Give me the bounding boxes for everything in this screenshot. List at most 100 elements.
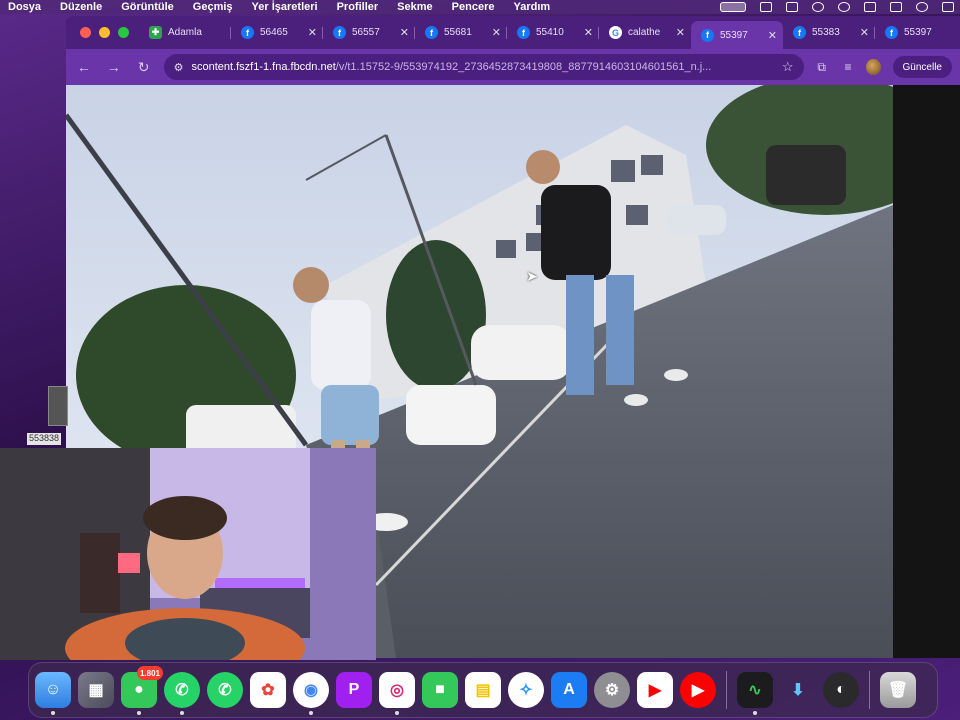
youtube-icon[interactable]: ▶ [637, 672, 673, 708]
tab-title: 55681 [444, 27, 472, 38]
launchpad-icon[interactable]: ▦ [78, 672, 114, 708]
update-button[interactable]: Güncelle [892, 56, 952, 78]
tab-4[interactable]: f 55681 ✕ [415, 21, 507, 45]
p-app-icon[interactable]: P [336, 672, 372, 708]
menu-bar: Dosya Düzenle Görüntüle Geçmiş Yer İşare… [0, 0, 960, 14]
profile-avatar[interactable] [866, 59, 881, 75]
running-indicator [395, 711, 399, 715]
dock-separator [869, 671, 870, 709]
menu-goruntule[interactable]: Görüntüle [112, 0, 184, 14]
tab-3[interactable]: f 56557 ✕ [323, 21, 415, 45]
tab-9[interactable]: f 55397 [875, 21, 960, 45]
trash-icon[interactable]: 🗑 [880, 672, 916, 708]
play-icon[interactable] [812, 2, 824, 12]
tab-2[interactable]: f 56465 ✕ [231, 21, 323, 45]
running-indicator [180, 711, 184, 715]
battery-icon[interactable] [864, 2, 876, 12]
menu-yardim[interactable]: Yardım [504, 0, 560, 14]
tab-title: 56465 [260, 27, 288, 38]
fullscreen-window-button[interactable] [118, 27, 129, 38]
facetime-icon[interactable]: ■ [422, 672, 458, 708]
close-tab-icon[interactable]: ✕ [676, 26, 685, 39]
facebook-icon: f [241, 26, 254, 39]
tab-1[interactable]: ✚ Adamla [139, 21, 231, 45]
running-indicator [309, 711, 313, 715]
close-tab-icon[interactable]: ✕ [584, 26, 593, 39]
menu-yer-isaretleri[interactable]: Yer İşaretleri [243, 0, 328, 14]
forward-arrow-icon[interactable]: → [104, 56, 124, 78]
minimize-window-button[interactable] [99, 27, 110, 38]
reading-list-icon[interactable]: ≡ [840, 58, 856, 76]
photos-icon[interactable]: ✿ [250, 672, 286, 708]
tab-title: Adamla [168, 27, 202, 38]
close-tab-icon[interactable]: ✕ [492, 26, 501, 39]
address-bar[interactable]: ⚙ scontent.fszf1-1.fna.fbcdn.net/v/t1.15… [163, 54, 804, 80]
running-indicator [753, 711, 757, 715]
menu-dosya[interactable]: Dosya [0, 0, 51, 14]
close-window-button[interactable] [80, 27, 91, 38]
facebook-icon: f [517, 26, 530, 39]
green-app-icon: ✚ [149, 26, 162, 39]
menu-duzenle[interactable]: Düzenle [51, 0, 112, 14]
url-text[interactable]: scontent.fszf1-1.fna.fbcdn.net/v/t1.1575… [191, 61, 773, 73]
tab-7-active[interactable]: f 55397 ✕ [691, 21, 783, 49]
tab-5[interactable]: f 55410 ✕ [507, 21, 599, 45]
tab-6[interactable]: G calathe ✕ [599, 21, 691, 45]
notes-icon[interactable]: ▤ [465, 672, 501, 708]
mouse-cursor-icon: ➤ [526, 268, 538, 284]
obs-icon[interactable]: ◐ [823, 672, 859, 708]
dock: ☺ ▦ ● 1.801 ✆ ✆ ✿ ◉ P ◎ ■ ▤ ✧ A ⚙ ▶ ▶ ∿ ⬇… [28, 662, 938, 718]
tab-title: 56557 [352, 27, 380, 38]
control-center-icon[interactable] [890, 2, 902, 12]
chrome-icon[interactable]: ◉ [293, 672, 329, 715]
extensions-icon[interactable]: ⧉ [814, 58, 830, 76]
menu-gecmis[interactable]: Geçmiş [184, 0, 243, 14]
url-host: scontent.fszf1-1.fna.fbcdn.net [191, 61, 336, 73]
app-store-icon[interactable]: A [551, 672, 587, 708]
tab-title: 55410 [536, 27, 564, 38]
close-tab-icon[interactable]: ✕ [308, 26, 317, 39]
menu-bar-menus: Dosya Düzenle Görüntüle Geçmiş Yer İşare… [0, 0, 560, 14]
close-tab-icon[interactable]: ✕ [860, 26, 869, 39]
display-icon[interactable] [786, 2, 798, 12]
safari-icon[interactable]: ✧ [508, 672, 544, 708]
instagram-icon[interactable]: ◎ [379, 672, 415, 715]
webcam-overlay [0, 448, 376, 660]
running-indicator [51, 711, 55, 715]
dock-separator [726, 671, 727, 709]
youtube-music-icon[interactable]: ▶ [680, 672, 716, 708]
site-settings-icon[interactable]: ⚙ [174, 61, 184, 74]
activity-monitor-icon[interactable]: ∿ [737, 672, 773, 715]
menu-extra-icon[interactable] [942, 2, 954, 12]
screen-recording-icon[interactable] [720, 2, 746, 12]
screenshot-thumbnail[interactable] [48, 386, 68, 426]
whatsapp-business-icon[interactable]: ✆ [207, 672, 243, 708]
tab-title: 55397 [720, 29, 748, 41]
facebook-icon: f [885, 26, 898, 39]
finder-icon[interactable]: ☺ [35, 672, 71, 715]
menu-pencere[interactable]: Pencere [443, 0, 505, 14]
tab-title: 55383 [812, 27, 840, 38]
tab-title: calathe [628, 27, 661, 38]
close-tab-icon[interactable]: ✕ [768, 29, 777, 42]
back-arrow-icon[interactable]: ← [74, 56, 94, 78]
search-icon[interactable] [916, 2, 928, 12]
running-indicator [137, 711, 141, 715]
menu-profiller[interactable]: Profiller [328, 0, 389, 14]
bookmark-star-icon[interactable]: ☆ [782, 59, 794, 75]
downloads-folder-icon[interactable]: ⬇ [780, 672, 816, 708]
messages-icon[interactable]: ● 1.801 [121, 666, 163, 715]
record-icon[interactable] [838, 2, 850, 12]
system-settings-icon[interactable]: ⚙ [594, 672, 630, 708]
tab-title: 55397 [904, 27, 932, 38]
messages-badge: 1.801 [136, 666, 163, 680]
menu-sekme[interactable]: Sekme [388, 0, 442, 14]
url-path: /v/t1.15752-9/553974192_2736452873419808… [335, 61, 712, 73]
reload-icon[interactable]: ↻ [134, 56, 154, 78]
window-icon[interactable] [760, 2, 772, 12]
facebook-icon: f [333, 26, 346, 39]
google-icon: G [609, 26, 622, 39]
close-tab-icon[interactable]: ✕ [400, 26, 409, 39]
whatsapp-icon[interactable]: ✆ [164, 672, 200, 715]
tab-8[interactable]: f 55383 ✕ [783, 21, 875, 45]
